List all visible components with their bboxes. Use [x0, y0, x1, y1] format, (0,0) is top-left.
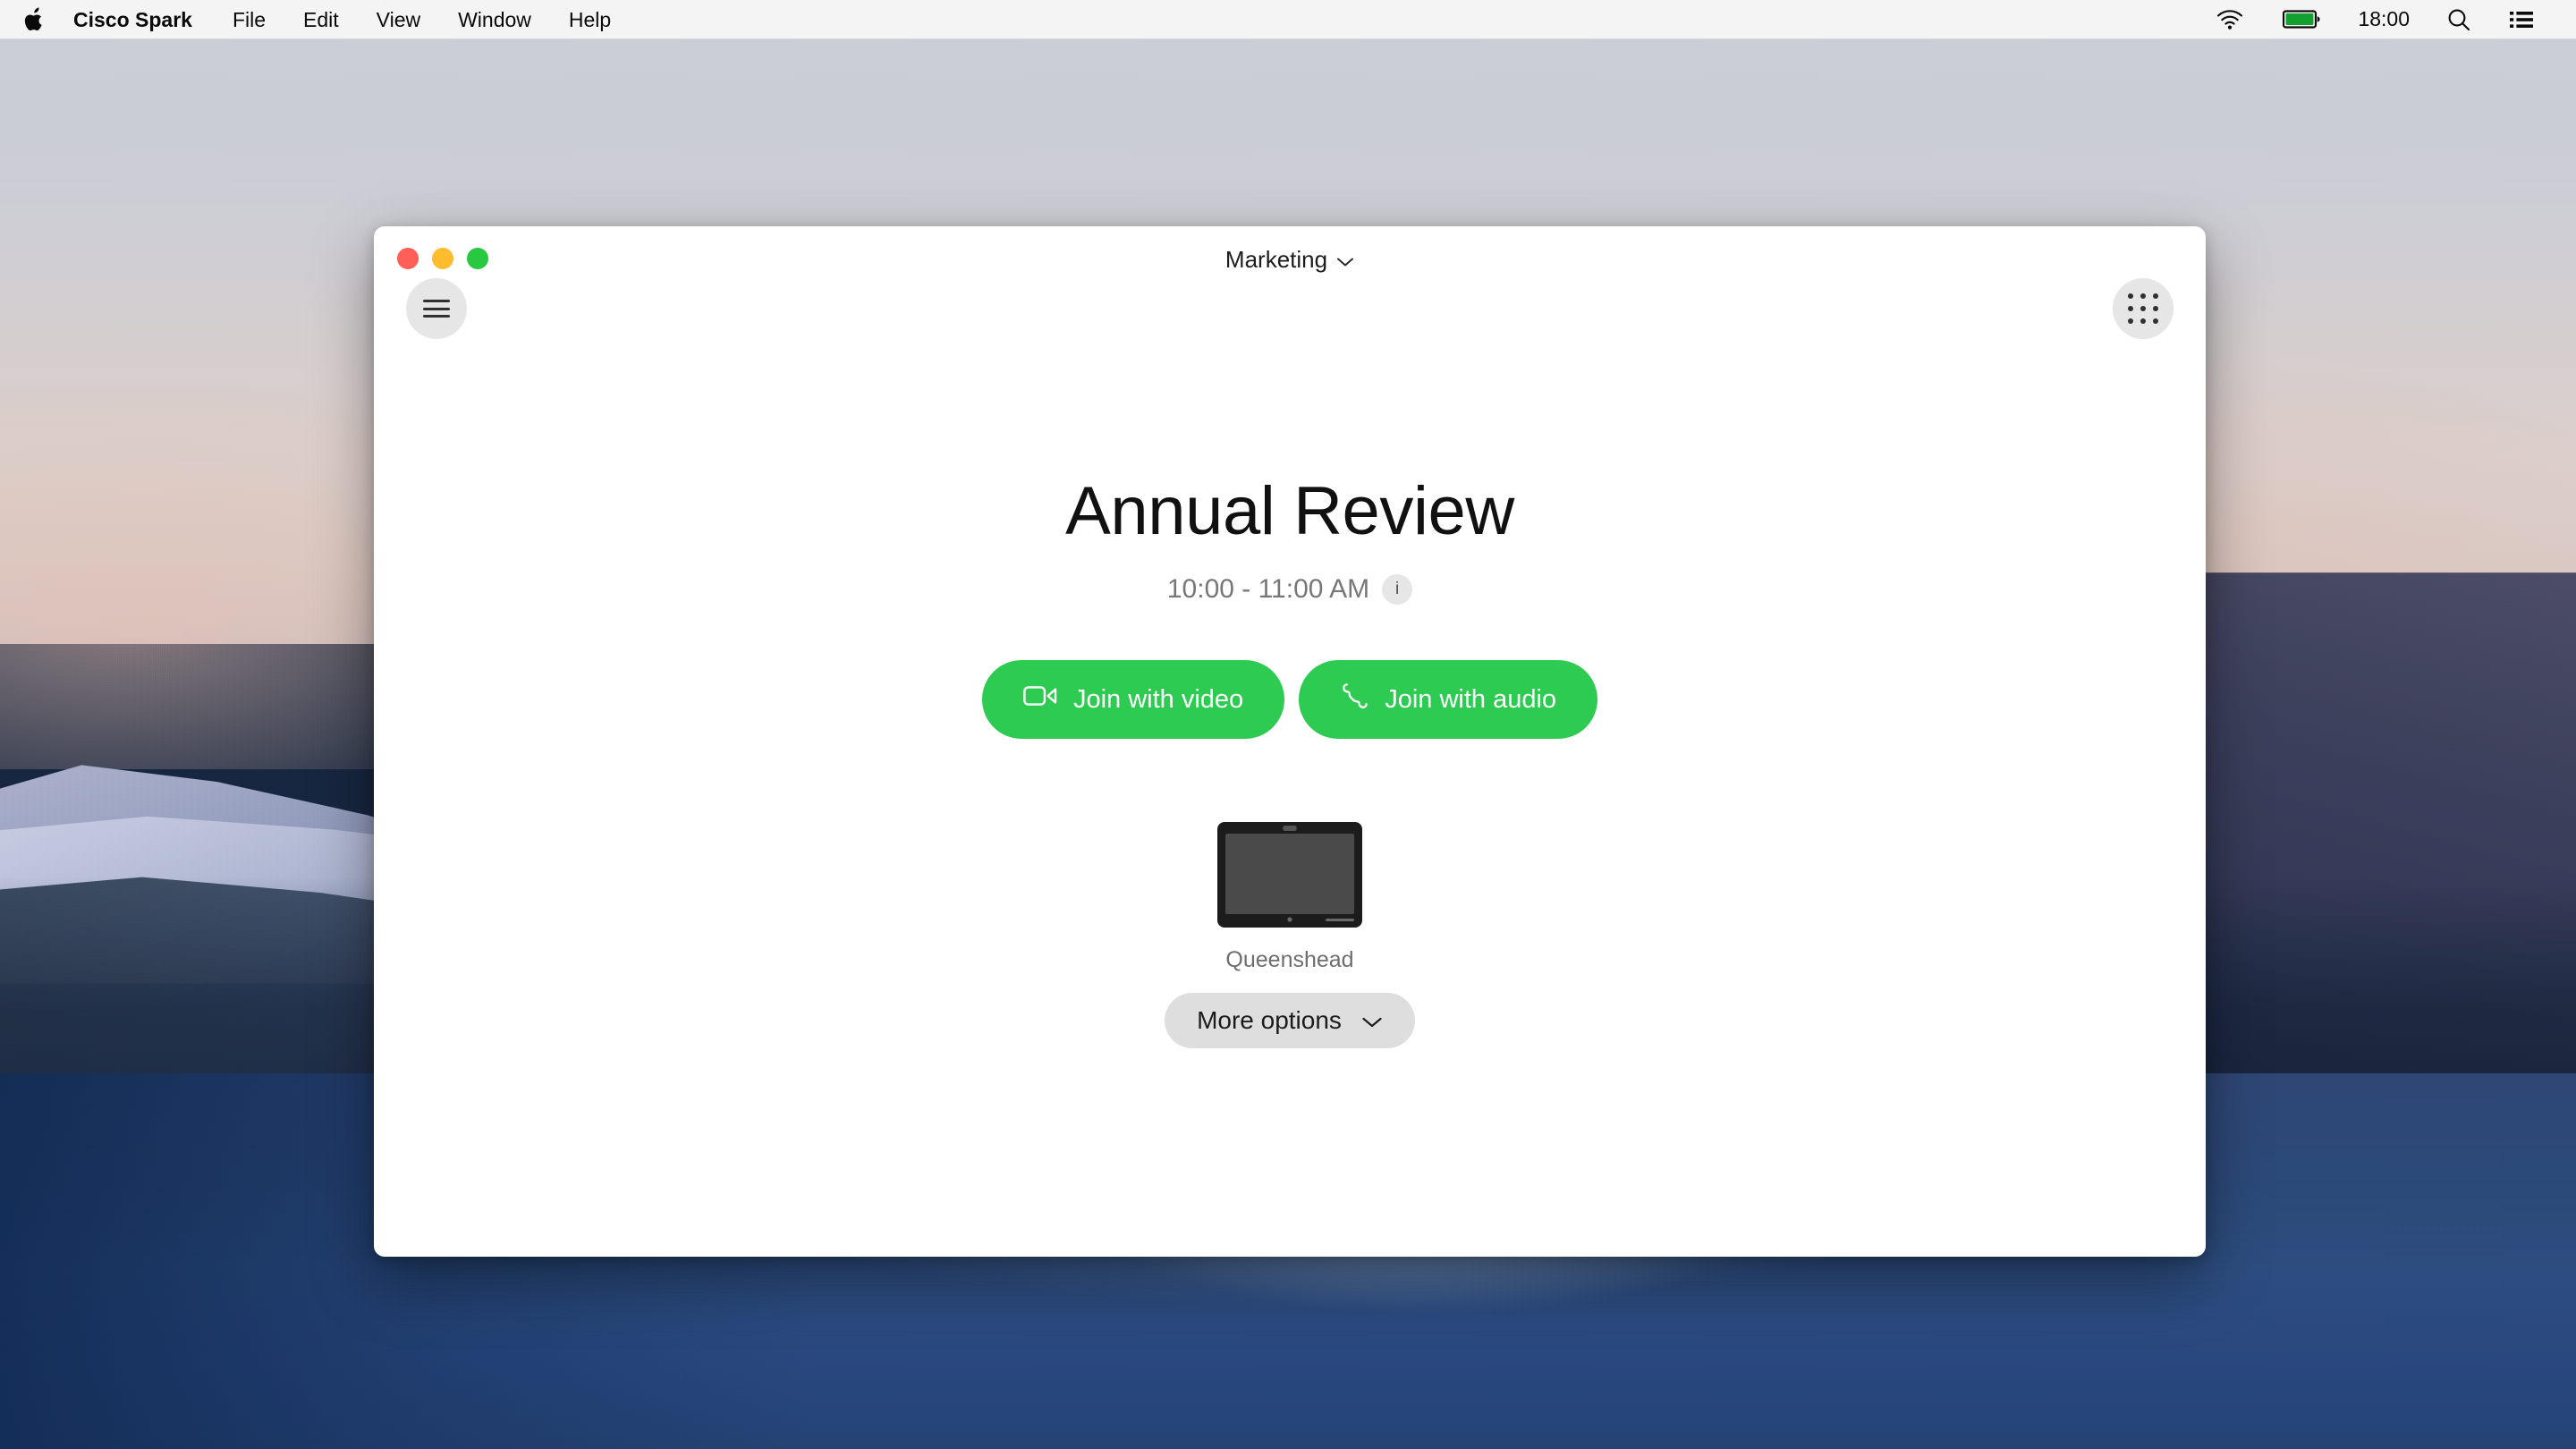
join-with-audio-button[interactable]: Join with audio — [1299, 660, 1598, 739]
space-title-menu[interactable]: Marketing — [374, 246, 2206, 274]
menu-bar-left-group: Cisco Spark File Edit View Window Help — [0, 0, 630, 39]
device-name: Queenshead — [1225, 947, 1354, 972]
cisco-spark-window: Marketing Annual Review 10:00 - 11:00 AM… — [374, 226, 2206, 1257]
meeting-time-row: 10:00 - 11:00 AM i — [1166, 574, 1413, 605]
menu-bar-status-group: 18:00 — [2197, 7, 2576, 31]
join-with-video-label: Join with video — [1072, 684, 1244, 714]
chevron-down-icon — [1361, 1006, 1383, 1035]
menu-item-view[interactable]: View — [358, 0, 439, 39]
join-with-video-button[interactable]: Join with video — [981, 660, 1285, 739]
join-buttons-row: Join with video Join with audio — [981, 660, 1598, 739]
wifi-icon[interactable] — [2197, 9, 2263, 30]
menu-bar-clock[interactable]: 18:00 — [2340, 7, 2428, 31]
battery-icon[interactable] — [2263, 10, 2340, 29]
space-title-label: Marketing — [1224, 246, 1328, 273]
menu-item-edit[interactable]: Edit — [284, 0, 358, 39]
join-with-audio-label: Join with audio — [1385, 684, 1557, 714]
menu-app-name[interactable]: Cisco Spark — [59, 0, 214, 39]
more-options-label: More options — [1197, 1006, 1342, 1034]
meeting-lobby: Annual Review 10:00 - 11:00 AM i Join wi… — [374, 296, 2206, 1257]
meeting-title: Annual Review — [1065, 473, 1514, 549]
phone-handset-icon — [1340, 682, 1368, 717]
video-camera-icon — [1023, 683, 1057, 716]
macos-menu-bar: Cisco Spark File Edit View Window Help 1… — [0, 0, 2576, 39]
apple-logo-icon[interactable] — [23, 7, 59, 32]
menu-item-help[interactable]: Help — [550, 0, 630, 39]
menu-item-window[interactable]: Window — [439, 0, 550, 39]
meeting-time: 10:00 - 11:00 AM — [1166, 574, 1370, 604]
chevron-down-icon — [1336, 246, 1354, 274]
menu-item-file[interactable]: File — [214, 0, 284, 39]
display-device-icon[interactable] — [1216, 821, 1363, 933]
more-options-button[interactable]: More options — [1165, 993, 1415, 1048]
window-titlebar: Marketing — [374, 226, 2206, 339]
notification-center-icon[interactable] — [2490, 11, 2553, 29]
paired-device-block: Queenshead More options — [1165, 821, 1415, 1048]
meeting-info-icon[interactable]: i — [1382, 574, 1413, 605]
search-icon[interactable] — [2428, 8, 2490, 31]
